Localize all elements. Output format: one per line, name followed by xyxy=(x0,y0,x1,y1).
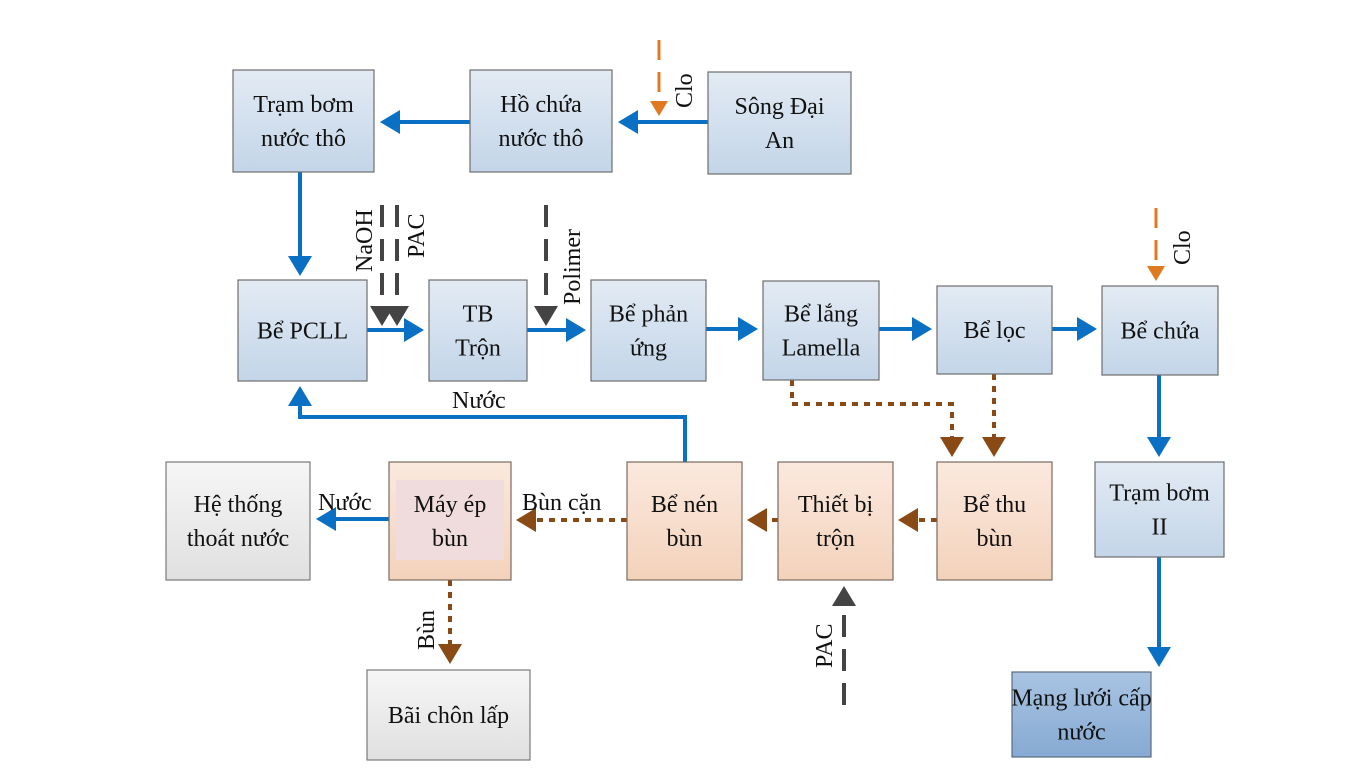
node-box xyxy=(232,69,375,173)
node-bai-chon-lap: Bãi chôn lấp xyxy=(366,669,531,761)
node-box xyxy=(590,279,707,382)
node-tram-bom-tho: Trạm bơm nước thô xyxy=(232,69,375,173)
water-flow-arrows xyxy=(288,110,1171,667)
node-label: Bể phản xyxy=(609,302,688,328)
node-label: Sông Đại xyxy=(735,94,825,120)
node-label: thoát nước xyxy=(187,526,289,552)
node-label: Hệ thống xyxy=(194,492,283,518)
node-label: bùn xyxy=(667,526,703,552)
node-label: Lamella xyxy=(782,336,861,362)
node-label: Bãi chôn lấp xyxy=(388,703,509,729)
node-label: nước thô xyxy=(261,126,346,152)
node-label: Bể lọc xyxy=(964,318,1026,344)
label-bun-can: Bùn cặn xyxy=(522,490,601,516)
node-box xyxy=(469,69,613,173)
node-label: Mạng lưới cấp xyxy=(1011,686,1151,712)
node-be-chua: Bể chứa xyxy=(1101,285,1219,376)
node-box xyxy=(707,71,852,175)
node-label: Máy ép xyxy=(414,492,487,518)
node-box xyxy=(1094,461,1225,558)
label-clo-top: Clo xyxy=(672,73,698,108)
node-label: Trộn xyxy=(455,336,501,362)
node-label: An xyxy=(765,128,794,154)
node-label: II xyxy=(1152,515,1168,541)
node-label: Bể chứa xyxy=(1121,319,1200,345)
label-naoh: NaOH xyxy=(352,209,378,272)
node-mang-luoi: Mạng lưới cấp nước xyxy=(1011,671,1152,758)
node-label: nước xyxy=(1057,720,1105,746)
node-box xyxy=(762,280,880,381)
node-label: trộn xyxy=(816,526,855,552)
node-label: Thiết bị xyxy=(798,492,874,518)
label-bun: Bùn xyxy=(414,610,440,650)
label-polimer: Polimer xyxy=(560,229,586,305)
node-song-dai-an: Sông Đại An xyxy=(707,71,852,175)
node-be-nen-bun: Bể nén bùn xyxy=(626,461,743,581)
node-label: TB xyxy=(463,302,494,328)
node-box xyxy=(626,461,743,581)
node-be-thu-bun: Bể thu bùn xyxy=(936,461,1053,581)
node-label: nước thô xyxy=(498,126,583,152)
node-tram-bom-2: Trạm bơm II xyxy=(1094,461,1225,558)
node-be-loc: Bể lọc xyxy=(936,285,1053,375)
node-label: Bể lắng xyxy=(784,302,858,328)
node-label: Hồ chứa xyxy=(500,92,582,118)
node-be-pcll: Bể PCLL xyxy=(237,279,368,382)
node-label: Bể PCLL xyxy=(257,319,348,345)
node-label: ứng xyxy=(630,336,667,362)
node-ho-chua: Hồ chứa nước thô xyxy=(469,69,613,173)
node-tb-tron: TB Trộn xyxy=(428,279,528,382)
node-thiet-bi-tron: Thiết bị trộn xyxy=(777,461,894,581)
node-be-lang: Bể lắng Lamella xyxy=(762,280,880,381)
node-box xyxy=(428,279,528,382)
label-clo-right: Clo xyxy=(1170,230,1196,265)
node-box xyxy=(936,461,1053,581)
node-box xyxy=(165,461,311,581)
node-may-ep-bun: Máy ép bùn xyxy=(388,461,512,581)
label-nuoc-out: Nước xyxy=(318,490,372,516)
label-nuoc-return: Nước xyxy=(452,388,506,414)
node-he-thong-thoat: Hệ thống thoát nước xyxy=(165,461,311,581)
water-treatment-flow-diagram: Sông Đại An Hồ chứa nước thô Trạm bơm nước th… xyxy=(165,40,1225,761)
node-label: Trạm bơm xyxy=(253,92,354,118)
node-label: bùn xyxy=(432,526,468,552)
node-be-phan-ung: Bể phản ứng xyxy=(590,279,707,382)
label-pac-top: PAC xyxy=(404,214,430,258)
node-box xyxy=(777,461,894,581)
node-label: bùn xyxy=(977,526,1013,552)
node-label: Bể thu xyxy=(963,492,1026,518)
node-label: Trạm bơm xyxy=(1109,481,1210,507)
label-pac-bottom: PAC xyxy=(812,624,838,668)
node-label: Bể nén xyxy=(651,492,718,518)
